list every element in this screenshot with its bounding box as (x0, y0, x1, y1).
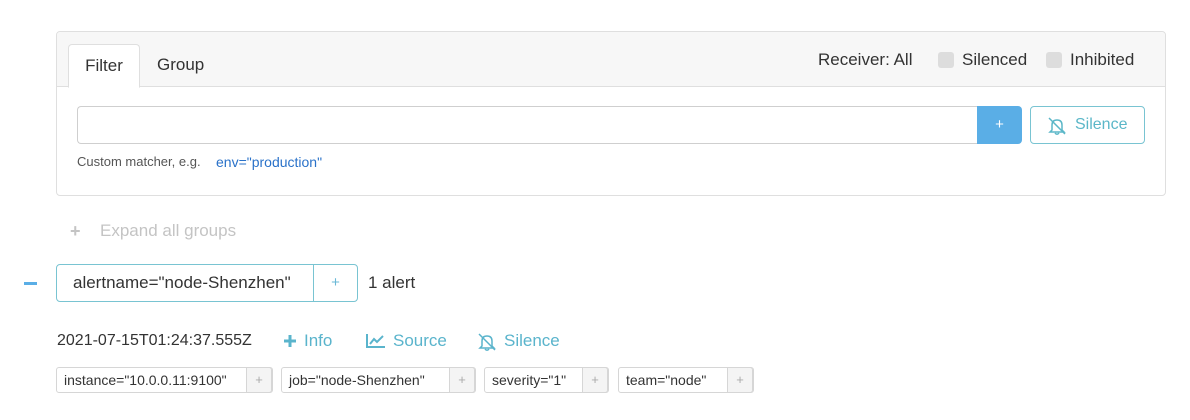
label-pill: job="node-Shenzhen" + (281, 367, 476, 393)
info-label: Info (304, 331, 333, 350)
label-add-button[interactable]: + (246, 367, 272, 393)
card-header: Filter Group Receiver: All Silenced Inhi… (57, 32, 1165, 88)
filter-input[interactable] (77, 106, 978, 144)
alert-timestamp: 2021-07-15T01:24:37.555Z (57, 332, 252, 349)
label-text: job="node-Shenzhen" (289, 372, 425, 388)
label-pill: instance="10.0.0.11:9100" + (56, 367, 273, 393)
label-pill: team="node" + (618, 367, 754, 393)
plus-icon: + (70, 221, 81, 241)
inhibited-label: Inhibited (1070, 50, 1135, 69)
silenced-label: Silenced (962, 50, 1028, 69)
plus-icon (284, 335, 296, 347)
add-filter-button[interactable]: + (977, 106, 1022, 144)
label-text: severity="1" (492, 372, 567, 388)
expand-all-label: Expand all groups (100, 221, 237, 240)
collapse-group-icon[interactable] (24, 282, 37, 285)
inhibited-checkbox[interactable] (1046, 52, 1062, 68)
group-add-button[interactable]: + (313, 264, 358, 302)
label-text: instance="10.0.0.11:9100" (64, 372, 227, 388)
label-text: team="node" (626, 372, 707, 388)
bell-slash-icon (1048, 117, 1066, 135)
source-label: Source (393, 331, 447, 350)
label-pill: severity="1" + (484, 367, 609, 393)
matcher-example: env="production" (216, 154, 323, 170)
silenced-checkbox[interactable] (938, 52, 954, 68)
filter-card: Filter Group Receiver: All Silenced Inhi… (56, 31, 1166, 196)
label-add-button[interactable]: + (449, 367, 475, 393)
tab-filter[interactable]: Filter (68, 44, 140, 88)
tab-group[interactable]: Group (141, 44, 220, 88)
label-add-button[interactable]: + (727, 367, 753, 393)
matcher-hint: Custom matcher, e.g. (77, 154, 201, 169)
silence-button[interactable]: Silence (1030, 106, 1145, 144)
bell-slash-icon (478, 333, 496, 351)
chart-line-icon (366, 334, 385, 348)
alert-count: 1 alert (368, 273, 416, 292)
label-add-button[interactable]: + (582, 367, 608, 393)
silence-button-label: Silence (1075, 116, 1128, 133)
group-label: alertname="node-Shenzhen" (56, 264, 314, 302)
alert-silence-label: Silence (504, 331, 560, 350)
receiver-selector[interactable]: Receiver: All (818, 49, 912, 71)
